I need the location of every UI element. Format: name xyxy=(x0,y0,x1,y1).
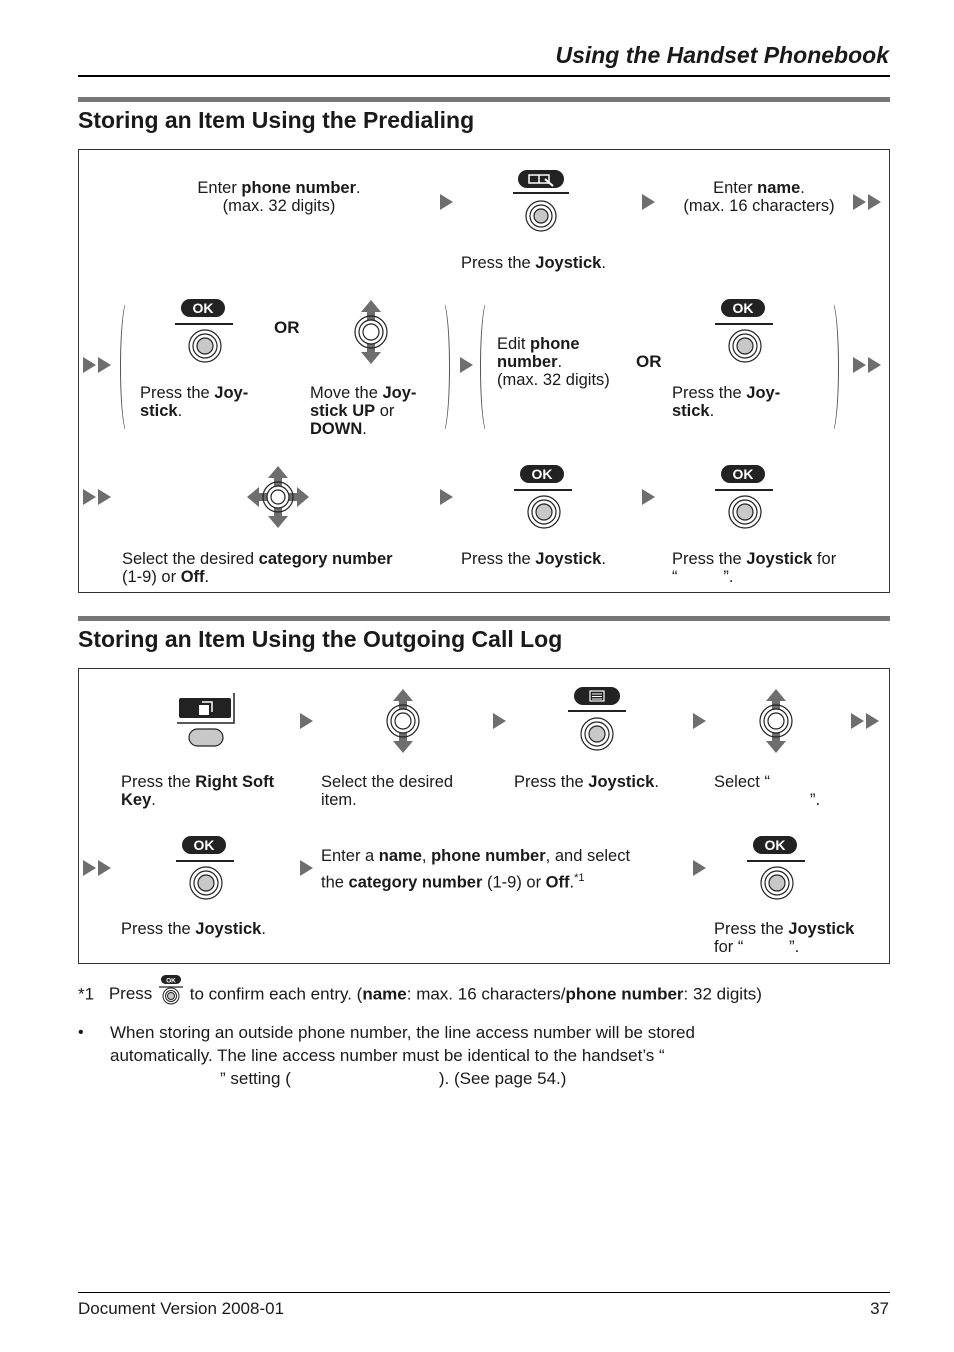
page-number: 37 xyxy=(870,1299,889,1318)
step-enter-name: Enter name. (max. 16 characters) xyxy=(683,179,835,215)
continue-arrow-icon xyxy=(853,357,883,373)
bullet-symbol: • xyxy=(78,1024,84,1041)
ok-pill-icon: OK xyxy=(753,836,797,854)
step-enter-phone-number: Enter phone number. (max. 32 digits) xyxy=(197,179,361,215)
svg-text:OK: OK xyxy=(166,978,176,985)
header-rule xyxy=(78,75,890,77)
step-enter-name-number-category: Enter a name, phone number, and select t… xyxy=(321,847,631,892)
next-arrow-icon xyxy=(693,713,706,729)
ok-pill-icon: OK xyxy=(721,465,765,483)
next-arrow-icon xyxy=(493,713,506,729)
caption-press-joystick: Press the Joystick. xyxy=(121,920,266,938)
ok-joystick-key: OK xyxy=(175,299,235,365)
caption-press-joystick: Press the Joystick. xyxy=(514,773,659,791)
ok-joystick-mini-icon: OK xyxy=(157,975,185,1009)
next-arrow-icon xyxy=(440,194,453,210)
continue-arrow-icon xyxy=(83,860,113,876)
caption-select-item: Select the desired item. xyxy=(321,773,454,809)
divider xyxy=(715,323,773,325)
continue-arrow-icon xyxy=(853,194,883,210)
joystick-press-icon xyxy=(189,866,223,900)
caption-move-joystick: Move the Joy-stick UP or DOWN. xyxy=(310,384,417,438)
joystick-press-icon xyxy=(188,329,222,363)
ok-joystick-key: OK xyxy=(176,836,236,902)
footnote-ref: *1 xyxy=(574,872,585,884)
ok-joystick-key: OK xyxy=(715,465,775,531)
caption-press-joystick: Press the Joy-stick. xyxy=(672,384,781,420)
divider xyxy=(715,489,773,491)
continue-arrow-icon xyxy=(83,489,113,505)
next-arrow-icon xyxy=(460,357,473,373)
caption-press-joystick: Press the Joystick. xyxy=(461,550,606,568)
ok-pill-icon: OK xyxy=(520,465,564,483)
joystick-up-down-icon xyxy=(354,300,388,364)
ok-pill-icon: OK xyxy=(721,299,765,317)
divider xyxy=(747,860,805,862)
phonebook-edit-icon xyxy=(513,170,569,232)
next-arrow-icon xyxy=(300,860,313,876)
caption-press-joystick: Press the Joystick. xyxy=(461,254,606,272)
or-label: OR xyxy=(274,318,300,337)
caption-press-joystick-for: Press the Joystick for “ ”. xyxy=(714,920,855,956)
divider xyxy=(176,860,234,862)
footer-rule xyxy=(78,1292,890,1293)
right-paren xyxy=(435,300,450,434)
section-divider xyxy=(78,616,890,621)
document-version: Document Version 2008-01 xyxy=(78,1299,285,1318)
ok-joystick-key: OK xyxy=(715,299,775,365)
next-arrow-icon xyxy=(693,860,706,876)
joystick-press-icon xyxy=(760,866,794,900)
next-arrow-icon xyxy=(300,713,313,729)
left-paren xyxy=(120,300,135,434)
next-arrow-icon xyxy=(642,194,655,210)
menu-list-icon xyxy=(568,687,626,751)
joystick-up-down-icon xyxy=(759,689,793,753)
ok-joystick-key: OK xyxy=(514,465,574,531)
joystick-four-way-icon xyxy=(247,466,309,528)
section-divider xyxy=(78,97,890,102)
caption-press-joystick-for: Press the Joystick for “ ”. xyxy=(672,550,837,586)
divider xyxy=(514,489,572,491)
caption-select-category: Select the desired category number (1-9)… xyxy=(122,550,393,586)
continue-arrow-icon xyxy=(83,357,113,373)
joystick-press-icon xyxy=(527,495,561,529)
next-arrow-icon xyxy=(440,489,453,505)
joystick-up-down-icon xyxy=(386,689,420,753)
joystick-press-icon xyxy=(728,329,762,363)
bullet-note: When storing an outside phone number, th… xyxy=(110,1023,695,1088)
section-title-predialing: Storing an Item Using the Predialing xyxy=(78,107,475,133)
continue-arrow-icon xyxy=(851,713,881,729)
ok-pill-icon: OK xyxy=(182,836,226,854)
left-paren xyxy=(480,300,495,434)
caption-press-joystick: Press the Joy-stick. xyxy=(140,384,249,420)
right-soft-key-icon xyxy=(177,693,235,747)
joystick-press-icon xyxy=(728,495,762,529)
footnote: *1 Press OK to confirm each entry. (name… xyxy=(78,975,890,1009)
predialing-procedure-box: Enter phone number. (max. 32 digits) Pre… xyxy=(78,149,890,593)
caption-press-right-soft-key: Press the Right Soft Key. xyxy=(121,773,275,809)
page-header-title: Using the Handset Phonebook xyxy=(555,42,889,68)
next-arrow-icon xyxy=(642,489,655,505)
right-paren xyxy=(824,300,839,434)
step-edit-phone-number: Edit phone number. (max. 32 digits) xyxy=(497,335,610,389)
caption-select-option: Select “”. xyxy=(714,773,821,809)
ok-pill-icon: OK xyxy=(181,299,225,317)
menu-joystick-key xyxy=(567,687,627,753)
divider xyxy=(175,323,233,325)
section-title-outgoing-call-log: Storing an Item Using the Outgoing Call … xyxy=(78,626,563,652)
outgoing-log-procedure-box: Press the Right Soft Key. Select the desi… xyxy=(78,668,890,964)
joystick-phonebook-key xyxy=(509,168,573,238)
ok-joystick-key: OK xyxy=(747,836,807,902)
or-label: OR xyxy=(636,352,662,371)
